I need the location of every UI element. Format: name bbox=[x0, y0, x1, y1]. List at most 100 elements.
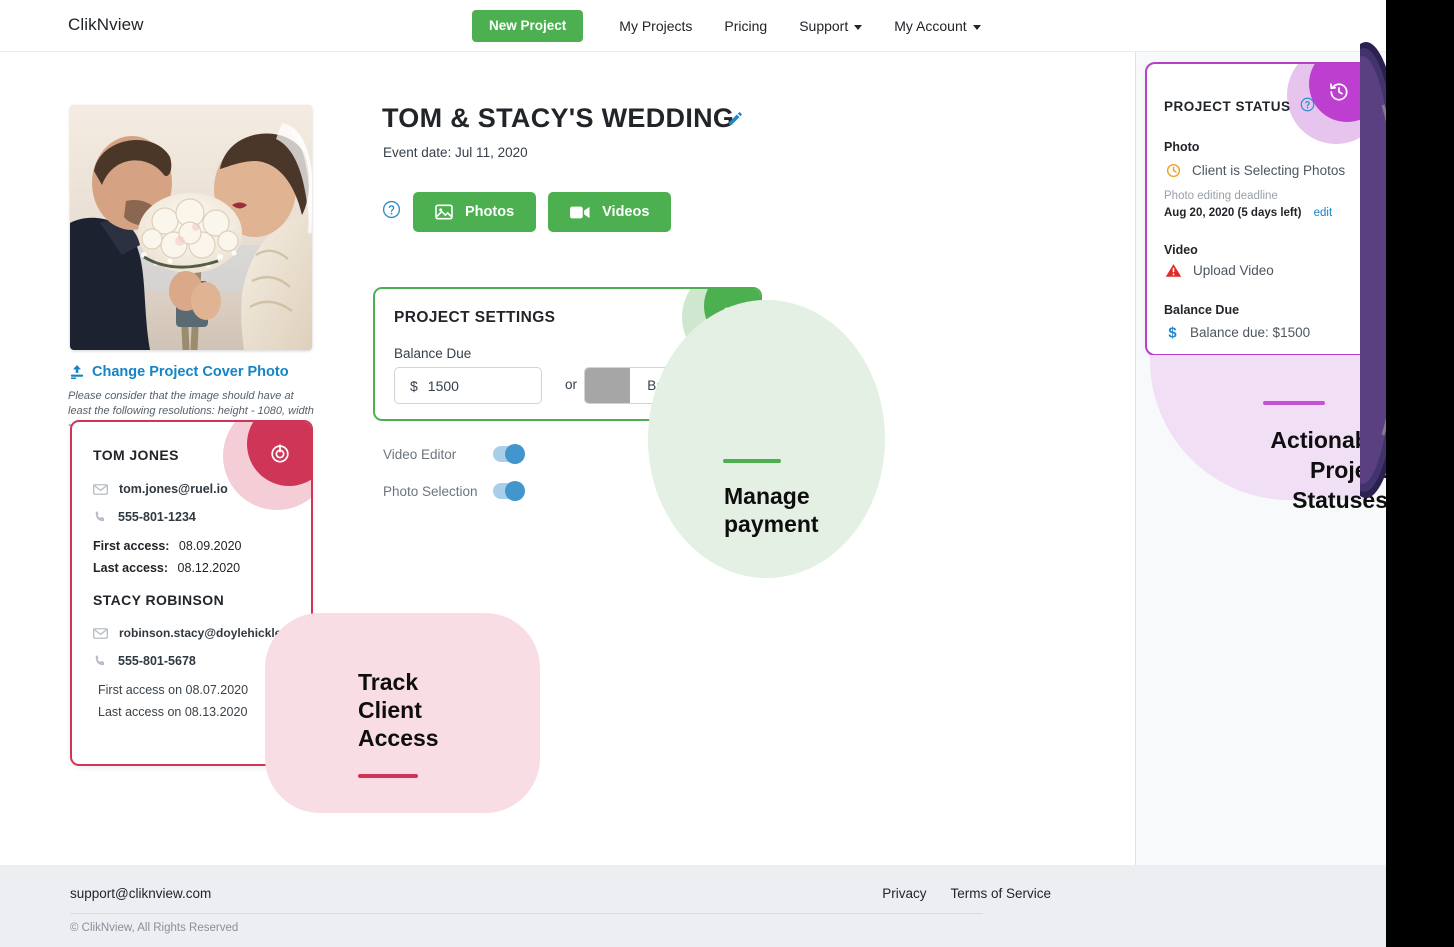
client-1-first-access-value: 08.09.2020 bbox=[178, 539, 242, 553]
client-access-icon bbox=[271, 444, 289, 463]
page-title: TOM & STACY'S WEDDING bbox=[382, 103, 735, 133]
client-2-phone-row[interactable]: 555-801-5678 bbox=[93, 654, 196, 668]
status-photo-value: Client is Selecting Photos bbox=[1192, 163, 1346, 178]
nav-item-my-projects[interactable]: My Projects bbox=[583, 18, 708, 34]
new-project-button[interactable]: New Project bbox=[472, 10, 584, 42]
client-1-email: tom.jones@ruel.io bbox=[119, 482, 228, 496]
project-status-heading: PROJECT STATUS bbox=[1164, 97, 1315, 115]
client-1-last-access-label: Last access: bbox=[93, 561, 169, 575]
video-editor-label: Video Editor bbox=[383, 446, 457, 462]
photos-tab-button[interactable]: Photos bbox=[413, 192, 537, 232]
event-date: Event date: Jul 11, 2020 bbox=[383, 145, 528, 160]
client-1-first-access: First access: 08.09.2020 bbox=[93, 539, 241, 553]
annotation-actionable-statuses: Actionable Project Statuses bbox=[1160, 425, 1388, 515]
status-photo-deadline-value: Aug 20, 2020 (5 days left) bbox=[1164, 207, 1302, 219]
client-1-email-row[interactable]: tom.jones@ruel.io bbox=[93, 482, 228, 496]
chevron-down-icon bbox=[854, 24, 863, 30]
change-cover-photo-button[interactable]: Change Project Cover Photo bbox=[70, 364, 289, 380]
media-help-icon[interactable] bbox=[382, 200, 401, 224]
question-circle-icon bbox=[1300, 97, 1314, 112]
client-2-email-row[interactable]: robinson.stacy@doylehickle.biz bbox=[93, 626, 301, 640]
footer-link-terms[interactable]: Terms of Service bbox=[950, 886, 1051, 901]
clock-icon bbox=[1166, 163, 1181, 178]
change-cover-photo-label: Change Project Cover Photo bbox=[92, 364, 289, 380]
client-1-first-access-label: First access: bbox=[93, 539, 170, 553]
media-toggle-row: Photos Videos bbox=[382, 192, 672, 232]
mail-icon bbox=[93, 627, 108, 639]
phone-icon bbox=[95, 655, 105, 666]
dollar-icon: $ bbox=[1168, 326, 1177, 341]
status-help-icon[interactable] bbox=[1300, 97, 1315, 115]
status-video-value: Upload Video bbox=[1193, 263, 1274, 278]
phone-icon bbox=[95, 511, 105, 522]
nav-item-support[interactable]: Support bbox=[783, 18, 878, 34]
edit-title-button[interactable] bbox=[727, 110, 744, 132]
balance-due-label: Balance Due bbox=[394, 346, 472, 361]
client-2-first-access: First access on 08.07.2020 bbox=[98, 683, 249, 697]
annotation-payment-rule bbox=[723, 459, 781, 463]
status-video-section-label: Video bbox=[1164, 243, 1198, 257]
photo-icon bbox=[435, 204, 453, 220]
nav-item-pricing[interactable]: Pricing bbox=[708, 18, 783, 34]
status-photo-deadline-label: Photo editing deadline bbox=[1164, 190, 1278, 202]
switch-knob-icon bbox=[505, 444, 525, 464]
client-1-phone-row[interactable]: 555-801-1234 bbox=[93, 510, 196, 524]
photos-tab-label: Photos bbox=[465, 204, 515, 220]
annotation-track-line-2: Client bbox=[358, 697, 422, 723]
annotation-track-line-1: Track bbox=[358, 669, 419, 695]
annotation-track-client-access: Track Client Access bbox=[358, 668, 439, 752]
video-editor-switch[interactable] bbox=[493, 444, 525, 464]
balance-paid-knob bbox=[585, 368, 630, 403]
annotation-status-rule bbox=[1263, 401, 1325, 405]
status-balance-value: Balance due: $1500 bbox=[1190, 325, 1311, 340]
photo-selection-switch[interactable] bbox=[493, 481, 525, 501]
footer-link-privacy[interactable]: Privacy bbox=[882, 886, 926, 901]
client-2-last-access: Last access on 08.13.2020 bbox=[98, 705, 248, 719]
client-2-name: STACY ROBINSON bbox=[93, 592, 225, 608]
question-circle-icon bbox=[382, 200, 401, 219]
balance-due-input[interactable]: $ 1500 bbox=[394, 367, 542, 404]
client-2-phone: 555-801-5678 bbox=[118, 654, 196, 668]
page-footer bbox=[0, 865, 1386, 947]
screenshot-black-edge bbox=[1386, 0, 1454, 947]
project-status-heading-label: PROJECT STATUS bbox=[1164, 98, 1291, 114]
status-balance-section-label: Balance Due bbox=[1164, 303, 1240, 317]
cover-photo-image bbox=[70, 105, 312, 350]
page-root: ClikNview New Project My Projects Pricin… bbox=[0, 0, 1454, 947]
project-cover-photo[interactable] bbox=[70, 105, 312, 350]
client-1-last-access-value: 08.12.2020 bbox=[177, 561, 241, 575]
status-balance-row: $ Balance due: $1500 bbox=[1166, 324, 1310, 341]
warning-triangle-icon bbox=[1165, 264, 1182, 277]
top-navbar: ClikNview New Project My Projects Pricin… bbox=[0, 0, 1386, 52]
annotation-track-line-3: Access bbox=[358, 725, 439, 751]
footer-copyright: © ClikNview, All Rights Reserved bbox=[70, 922, 239, 934]
upload-icon bbox=[70, 365, 84, 379]
nav-item-my-account[interactable]: My Account bbox=[878, 18, 996, 34]
photo-selection-label: Photo Selection bbox=[383, 483, 478, 499]
annotation-payment-line-1: Manage bbox=[724, 483, 810, 509]
brand-logo[interactable]: ClikNview bbox=[68, 15, 144, 35]
switch-knob-icon bbox=[505, 481, 525, 501]
annotation-track-rule bbox=[358, 774, 418, 778]
footer-support-email[interactable]: support@cliknview.com bbox=[70, 886, 211, 901]
svg-text:$: $ bbox=[1168, 326, 1177, 341]
currency-symbol: $ bbox=[410, 377, 418, 394]
primary-nav: New Project My Projects Pricing Support … bbox=[472, 10, 997, 42]
client-1-last-access: Last access: 08.12.2020 bbox=[93, 561, 240, 575]
videos-tab-button[interactable]: Videos bbox=[548, 192, 672, 232]
annotation-status-line-3: Statuses bbox=[1292, 487, 1388, 513]
photo-selection-toggle-row: Photo Selection bbox=[383, 481, 525, 501]
annotation-status-line-2: Project bbox=[1310, 457, 1388, 483]
pencil-icon bbox=[729, 112, 742, 125]
annotation-payment-line-2: payment bbox=[724, 511, 819, 537]
edit-deadline-link[interactable]: edit bbox=[1314, 207, 1333, 219]
balance-due-value: 1500 bbox=[427, 377, 459, 394]
client-1-name: TOM JONES bbox=[93, 447, 179, 463]
history-clock-icon bbox=[1330, 83, 1348, 101]
videos-tab-label: Videos bbox=[602, 204, 650, 220]
status-photo-deadline: Aug 20, 2020 (5 days left) edit bbox=[1164, 207, 1332, 219]
footer-divider bbox=[70, 913, 983, 914]
project-settings-heading: PROJECT SETTINGS bbox=[394, 309, 556, 326]
annotation-status-line-1: Actionable bbox=[1270, 427, 1388, 453]
status-photo-row: Client is Selecting Photos bbox=[1166, 163, 1345, 178]
